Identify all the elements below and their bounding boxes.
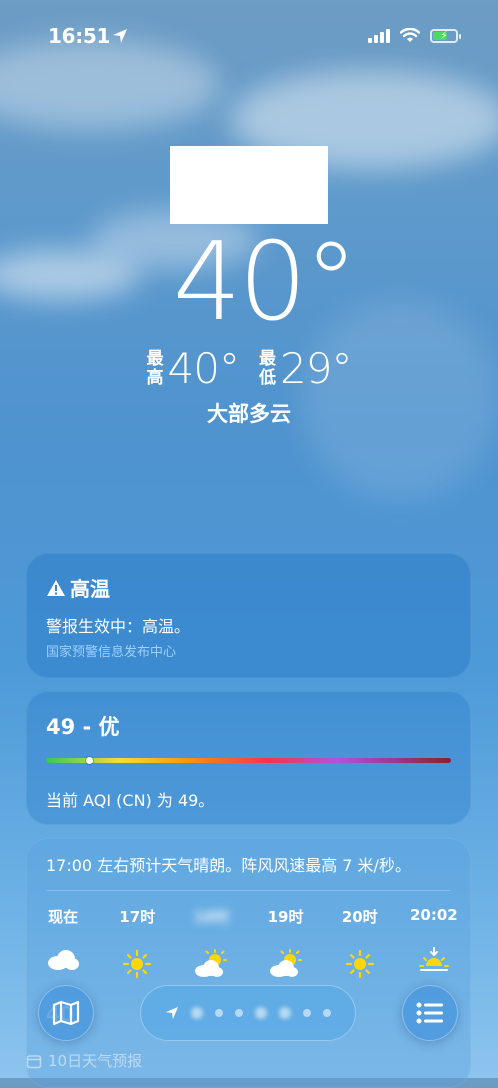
aqi-description: 当前 AQI (CN) 为 49。 — [46, 791, 215, 810]
warning-icon — [47, 579, 65, 596]
sun-icon — [345, 949, 374, 979]
status-time: 16:51 — [48, 24, 111, 48]
sun-icon — [123, 949, 152, 979]
high-label-1: 最 — [146, 348, 164, 369]
current-temperature: 40° — [172, 220, 358, 345]
calendar-icon — [26, 1054, 42, 1068]
location-arrow-icon — [113, 29, 127, 43]
sunset-icon — [418, 947, 449, 971]
high-low-temperatures: 最高 40° 最低 29° — [0, 344, 498, 393]
location-page-indicator[interactable] — [140, 985, 356, 1041]
signal-bars-icon — [368, 28, 390, 43]
hour-time: 现在 — [48, 908, 79, 926]
hour-time: 17时 — [119, 908, 156, 926]
alert-title: 高温 — [46, 573, 110, 602]
hour-item: 18时 — [175, 906, 247, 979]
alert-text: 警报生效中：高温。 — [46, 617, 191, 636]
map-icon — [52, 1000, 80, 1026]
high-label-2: 高 — [146, 367, 164, 388]
weather-condition: 大部多云 — [207, 402, 291, 426]
partly-cloudy-icon — [269, 949, 302, 977]
page-dot — [323, 1009, 331, 1017]
page-dot — [215, 1009, 223, 1017]
hour-item: 19时 — [250, 906, 322, 979]
list-icon — [416, 1002, 443, 1024]
wifi-icon — [400, 28, 420, 42]
aqi-indicator-dot — [86, 757, 93, 764]
hour-item: 20:02 — [398, 906, 470, 979]
current-location-icon — [165, 1006, 179, 1020]
low-label-2: 低 — [259, 367, 276, 388]
hourly-summary: 17:00 左右预计天气晴朗。阵风风速最高 7 米/秒。 — [46, 856, 411, 875]
severe-weather-alert-card[interactable]: 高温 警报生效中：高温。 国家预警信息发布中心 — [26, 553, 471, 678]
page-dot — [191, 1007, 203, 1019]
divider — [46, 890, 451, 891]
hour-time: 20时 — [341, 908, 378, 926]
air-quality-card[interactable]: 49 - 优 当前 AQI (CN) 为 49。 — [26, 691, 471, 825]
ten-day-label: 10日天气预报 — [48, 1052, 143, 1070]
cloud-icon — [48, 950, 80, 970]
map-button[interactable] — [38, 985, 94, 1041]
alert-title-text: 高温 — [70, 577, 110, 601]
ten-day-forecast-header: 10日天气预报 — [26, 1050, 142, 1071]
low-temperature: 最低 29° — [259, 344, 352, 393]
hour-item: 20时 — [324, 906, 396, 979]
high-temperature: 最高 40° — [146, 344, 240, 393]
hourly-row[interactable]: 现在 17时 18时 19时 20时 20:02 — [26, 906, 471, 979]
locations-list-button[interactable] — [402, 985, 458, 1041]
hour-time: 18时 — [193, 908, 230, 926]
hour-item: 17时 — [101, 906, 173, 979]
high-value: 40° — [167, 344, 240, 393]
status-bar: 16:51 ⚡ — [0, 22, 498, 52]
low-value: 29° — [280, 344, 352, 393]
hour-time: 19时 — [267, 908, 304, 926]
page-dot — [235, 1009, 243, 1017]
hour-time: 20:02 — [409, 906, 458, 924]
aqi-scale-bar — [46, 758, 451, 763]
alert-source-link[interactable]: 国家预警信息发布中心 — [46, 641, 176, 660]
aqi-title: 49 - 优 — [46, 715, 120, 739]
low-label-1: 最 — [259, 348, 276, 369]
page-dot — [303, 1009, 311, 1017]
partly-cloudy-icon — [195, 949, 228, 977]
city-name-redacted — [170, 146, 328, 224]
page-dot — [255, 1007, 267, 1019]
battery-charging-icon: ⚡ — [430, 28, 461, 43]
page-dot — [279, 1007, 291, 1019]
hour-item: 现在 — [27, 906, 99, 979]
